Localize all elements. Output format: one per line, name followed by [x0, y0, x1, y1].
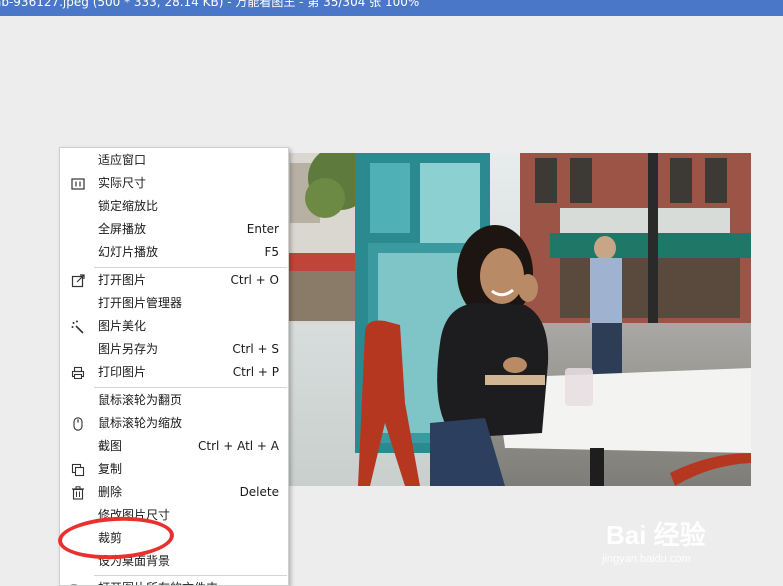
mouse-icon — [73, 417, 83, 431]
menu-item-print[interactable]: 打印图片 Ctrl + P — [60, 361, 288, 384]
menu-separator — [94, 575, 287, 576]
menu-item-copy[interactable]: 复制 — [60, 458, 288, 481]
menu-item-shortcut: Delete — [239, 485, 279, 499]
menu-item-shortcut: Enter — [246, 222, 279, 236]
magic-wand-icon — [71, 320, 84, 334]
menu-item-label: 锁定缩放比 — [98, 199, 159, 213]
menu-item-label: 打印图片 — [98, 365, 147, 379]
menu-item-label: 全屏播放 — [98, 222, 147, 236]
photo-illustration — [270, 153, 751, 486]
menu-item-label: 图片另存为 — [98, 342, 159, 356]
folder-icon — [71, 584, 77, 585]
menu-item-screenshot[interactable]: 截图 Ctrl + Atl + A — [60, 435, 288, 458]
menu-item-beautify[interactable]: 图片美化 — [60, 315, 288, 338]
menu-item-shortcut: Ctrl + Atl + A — [198, 439, 279, 453]
menu-item-fullscreen[interactable]: 全屏播放 Enter — [60, 218, 288, 241]
menu-item-save-as[interactable]: 图片另存为 Ctrl + S — [60, 338, 288, 361]
menu-item-fit-window[interactable]: 适应窗口 — [60, 149, 288, 172]
menu-item-shortcut: Ctrl + S — [232, 342, 279, 356]
menu-item-lock-zoom[interactable]: 锁定缩放比 — [60, 195, 288, 218]
menu-item-label: 打开图片管理器 — [98, 296, 183, 310]
menu-item-open-folder[interactable]: 打开图片所在的文件夹 — [60, 577, 288, 585]
title-bar[interactable]: ab-936127.jpeg (500 * 333, 28.14 KB) - 万… — [0, 0, 783, 16]
menu-item-label: 删除 — [98, 485, 123, 499]
watermark-logo: Bai 经验 — [606, 520, 706, 550]
menu-item-label: 打开图片 — [98, 273, 147, 287]
menu-item-label: 复制 — [98, 462, 123, 476]
menu-item-label: 打开图片所在的文件夹 — [98, 577, 218, 585]
menu-item-label: 适应窗口 — [98, 153, 147, 167]
watermark-url: jingyan.baidu.com — [602, 553, 691, 565]
menu-item-shortcut: Ctrl + O — [230, 273, 279, 287]
open-external-icon — [71, 274, 85, 288]
window-title: ab-936127.jpeg (500 * 333, 28.14 KB) - 万… — [0, 0, 420, 9]
menu-item-delete[interactable]: 删除 Delete — [60, 481, 288, 504]
actual-size-icon — [71, 178, 85, 190]
menu-separator — [94, 387, 287, 388]
menu-item-shortcut: F5 — [264, 245, 279, 259]
menu-item-slideshow[interactable]: 幻灯片播放 F5 — [60, 241, 288, 264]
menu-separator — [94, 267, 287, 268]
displayed-photo[interactable] — [270, 153, 751, 486]
menu-item-label: 截图 — [98, 439, 123, 453]
trash-icon — [72, 486, 84, 500]
baidu-jingyan-watermark: Bai 经验 jingyan.baidu.com — [592, 501, 777, 571]
copy-icon — [71, 463, 85, 477]
menu-item-wheel-page[interactable]: 鼠标滚轮为翻页 — [60, 389, 288, 412]
menu-item-image-manager[interactable]: 打开图片管理器 — [60, 292, 288, 315]
menu-item-label: 实际尺寸 — [98, 176, 147, 190]
menu-item-shortcut: Ctrl + P — [232, 365, 279, 379]
printer-icon — [71, 366, 85, 380]
menu-item-label: 幻灯片播放 — [98, 245, 159, 259]
menu-item-actual-size[interactable]: 实际尺寸 — [60, 172, 288, 195]
menu-item-wheel-zoom[interactable]: 鼠标滚轮为缩放 — [60, 412, 288, 435]
menu-item-label: 鼠标滚轮为翻页 — [98, 393, 183, 407]
menu-item-open-image[interactable]: 打开图片 Ctrl + O — [60, 269, 288, 292]
menu-item-label: 图片美化 — [98, 319, 147, 333]
image-viewer-window: ab-936127.jpeg (500 * 333, 28.14 KB) - 万… — [0, 0, 783, 586]
menu-item-label: 鼠标滚轮为缩放 — [98, 416, 183, 430]
